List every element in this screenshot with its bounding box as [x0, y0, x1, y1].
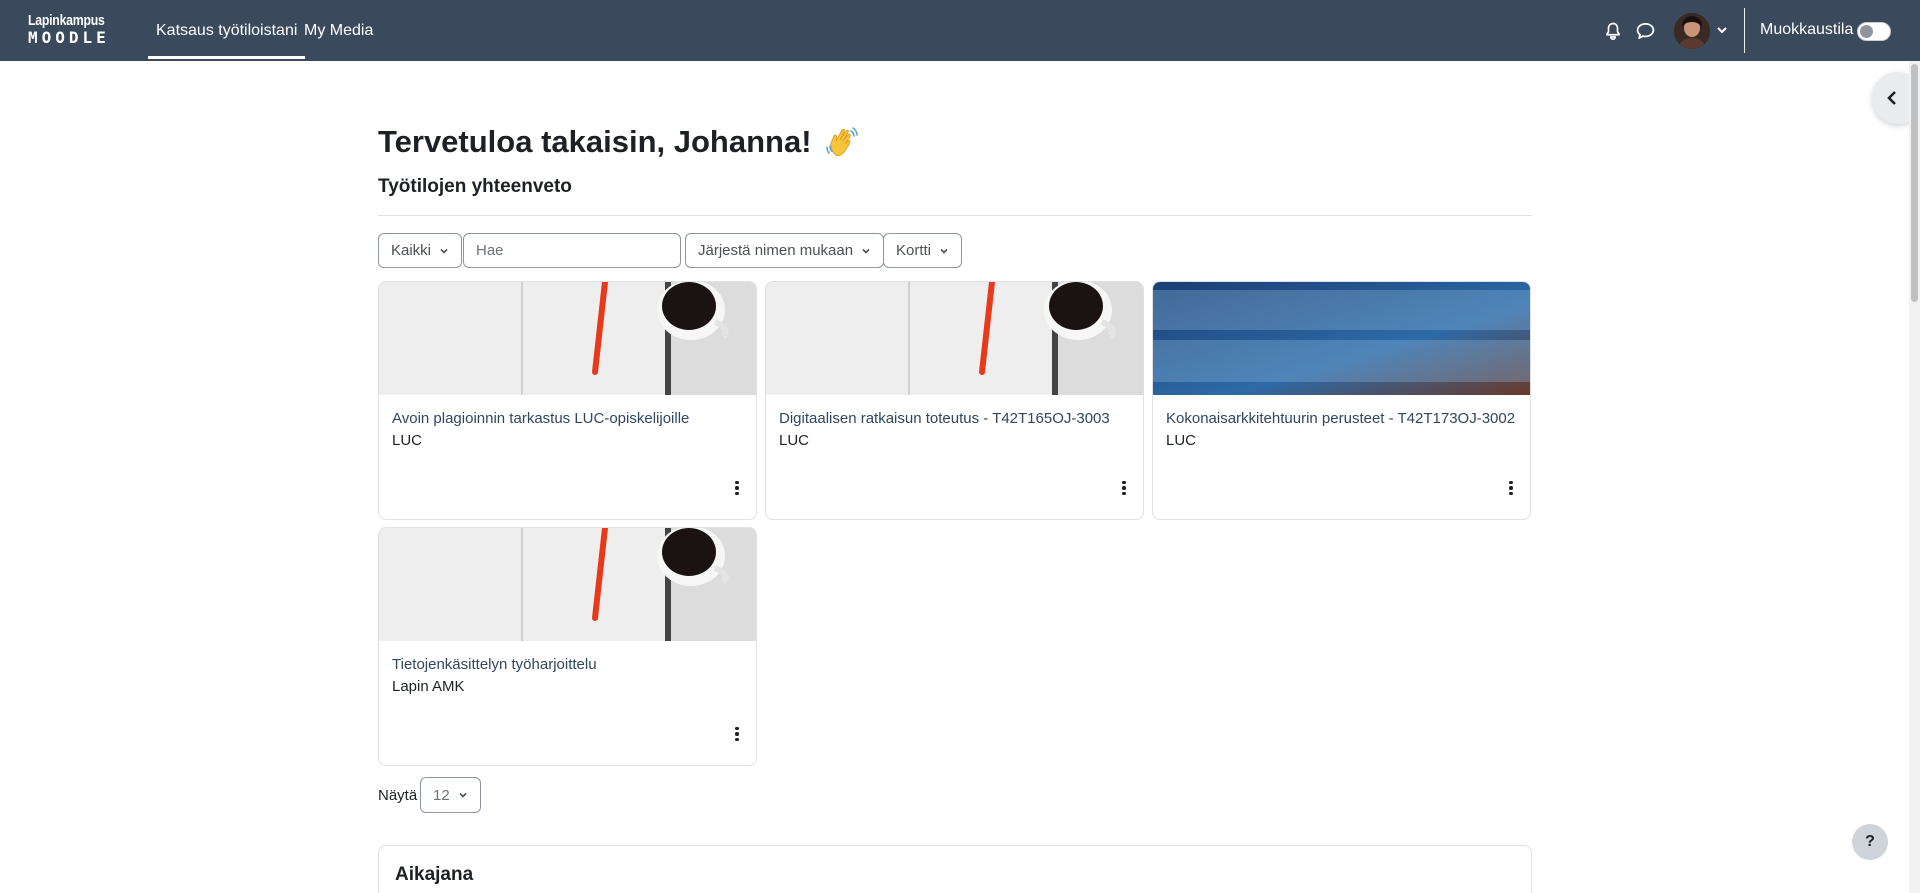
course-image[interactable] — [1153, 282, 1530, 395]
course-title-link[interactable]: Digitaalisen ratkaisun toteutus - T42T16… — [779, 410, 1110, 427]
nav-link-dashboard[interactable]: Katsaus työtiloistani — [148, 0, 306, 61]
course-category: LUC — [392, 432, 423, 449]
grouping-dropdown[interactable]: Kaikki — [378, 233, 463, 268]
toggle-knob — [1860, 25, 1873, 38]
course-card[interactable]: Avoin plagioinnin tarkastus LUC-opiskeli… — [378, 281, 757, 520]
scrollbar-thumb[interactable] — [1911, 64, 1918, 302]
bell-icon[interactable] — [1602, 20, 1624, 42]
section-divider — [378, 215, 1532, 216]
chat-icon[interactable] — [1634, 20, 1656, 42]
chevron-down-icon — [940, 248, 948, 254]
course-card[interactable]: Digitaalisen ratkaisun toteutus - T42T16… — [765, 281, 1144, 520]
course-category: LUC — [1166, 432, 1197, 449]
course-title-link[interactable]: Tietojenkäsittelyn työharjoittelu — [392, 656, 597, 673]
course-image[interactable] — [379, 528, 756, 641]
chevron-left-icon — [1887, 91, 1896, 105]
page-title: Tervetuloa takaisin, Johanna! — [378, 124, 860, 160]
chevron-down-icon — [862, 248, 870, 254]
sort-dropdown-label: Järjestä nimen mukaan — [698, 242, 854, 259]
nav-link-my-media[interactable]: My Media — [296, 0, 381, 61]
per-page-dropdown[interactable]: 12 — [420, 777, 481, 813]
top-navbar: Lapinkampus MOODLE Katsaus työtiloistani… — [0, 0, 1920, 61]
edit-mode-toggle[interactable] — [1857, 22, 1891, 41]
sort-dropdown[interactable]: Järjestä nimen mukaan — [685, 233, 885, 268]
course-actions-menu-icon[interactable] — [1116, 478, 1132, 498]
view-dropdown-label: Kortti — [896, 242, 932, 259]
chevron-down-icon — [459, 792, 467, 798]
course-category: Lapin AMK — [392, 678, 465, 695]
timeline-block: Aikajana — [378, 845, 1532, 893]
user-avatar[interactable] — [1674, 13, 1710, 49]
course-title-link[interactable]: Avoin plagioinnin tarkastus LUC-opiskeli… — [392, 410, 689, 427]
help-button[interactable]: ? — [1852, 824, 1888, 860]
course-category: LUC — [779, 432, 810, 449]
course-image[interactable] — [766, 282, 1143, 395]
chevron-down-icon — [440, 248, 448, 254]
per-page-label: Näytä — [378, 787, 418, 804]
course-card[interactable]: Kokonaisarkkitehtuurin perusteet - T42T1… — [1152, 281, 1531, 520]
navbar-divider — [1744, 8, 1745, 53]
edit-mode-label: Muokkaustila — [1760, 21, 1854, 38]
view-dropdown[interactable]: Kortti — [883, 233, 963, 268]
waving-hand-icon — [825, 125, 860, 159]
course-actions-menu-icon[interactable] — [1503, 478, 1519, 498]
course-title-link[interactable]: Kokonaisarkkitehtuurin perusteet - T42T1… — [1166, 410, 1515, 427]
welcome-text: Tervetuloa takaisin, Johanna! — [378, 124, 812, 159]
grouping-dropdown-label: Kaikki — [391, 242, 432, 259]
site-logo[interactable]: Lapinkampus MOODLE — [28, 12, 114, 50]
course-image[interactable] — [379, 282, 756, 395]
logo-text-bottom: MOODLE — [28, 28, 110, 47]
logo-text-top: Lapinkampus — [28, 12, 105, 29]
timeline-title: Aikajana — [395, 864, 474, 885]
section-title: Työtilojen yhteenveto — [378, 176, 572, 197]
course-search-input[interactable] — [463, 233, 681, 268]
per-page-value: 12 — [433, 786, 450, 804]
course-actions-menu-icon[interactable] — [729, 478, 745, 498]
course-actions-menu-icon[interactable] — [729, 724, 745, 744]
course-card[interactable]: Tietojenkäsittelyn työharjoittelu Lapin … — [378, 527, 757, 766]
user-menu-chevron-down-icon[interactable] — [1714, 22, 1730, 38]
